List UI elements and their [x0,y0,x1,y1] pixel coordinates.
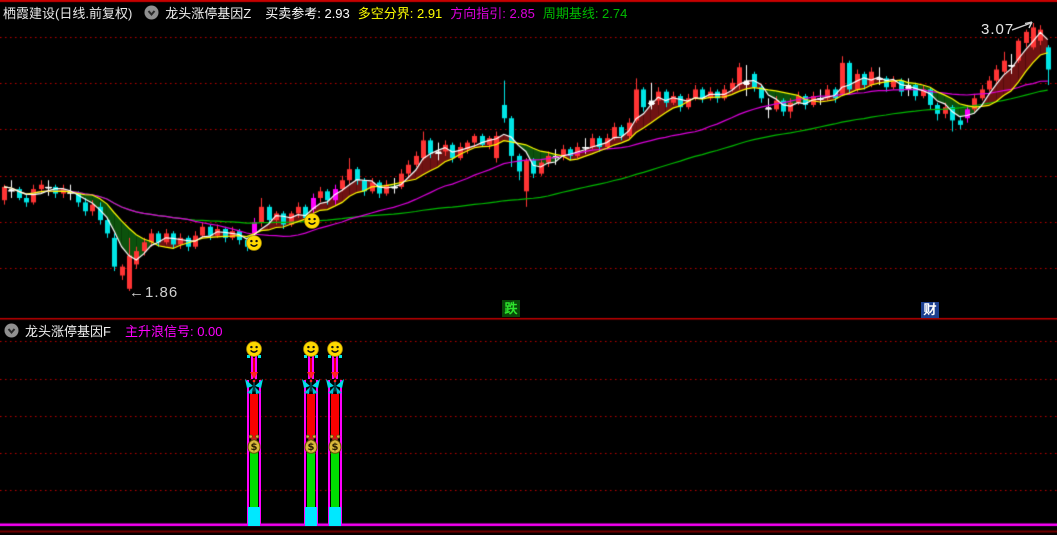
moneybag-signal-icon: $ [302,434,320,454]
price-annotation-text: ←1.86 [129,284,179,301]
indicator-params: 买卖参考: 2.93 多空分界: 2.91 方向指引: 2.85 周期基线: 2.74 [257,3,627,22]
tower-cyan-block [329,507,341,526]
svg-text:$: $ [251,442,258,453]
smiley-signal-icon [246,235,262,251]
sub-chart-header: 龙头涨停基因F 主升浪信号: 0.00 [0,321,1057,339]
butterfly-signal-icon [326,377,344,395]
trading-app-window: 栖霞建设(日线.前复权) 龙头涨停基因Z 买卖参考: 2.93 多空分界: 2.9… [0,0,1057,535]
annotation-low: ←1.86 [129,284,178,301]
signal-value: 0.00 [197,323,223,339]
smiley-signal-icon [304,213,320,229]
moneybag-signal-icon: $ [245,434,263,454]
tower-green-bar [331,452,339,508]
signal-tower: $ [244,340,264,526]
event-badge-text: 财 [923,302,937,317]
main-chart-header: 栖霞建设(日线.前复权) 龙头涨停基因Z 买卖参考: 2.93 多空分界: 2.9… [0,3,1057,21]
stock-title: 栖霞建设(日线.前复权) [3,5,133,21]
event-badge-text: 跌 [504,301,518,316]
indicator-param-3: 周期基线: 2.74 [542,5,628,21]
signal-tower: $ [301,340,321,526]
signal-tower: $ [325,340,345,526]
tower-green-bar [307,452,315,508]
indicator-param-1: 多空分界: 2.91 [357,5,443,21]
indicator-param-2: 方向指引: 2.85 [450,5,535,21]
indicator-name-main: 龙头涨停基因Z [165,5,252,21]
tower-cyan-block [305,507,317,526]
butterfly-signal-icon [245,377,263,395]
svg-text:$: $ [332,442,339,453]
moneybag-signal-icon: $ [326,434,344,454]
indicator-collapse-icon[interactable] [144,5,159,20]
event-badge-die[interactable]: 跌 [502,300,520,317]
signal-value-label: 主升浪信号: 0.00 [125,321,223,340]
event-badge-cai[interactable]: 财 [921,302,939,318]
svg-text:$: $ [308,442,315,453]
signal-label: 主升浪信号: [124,323,194,339]
tower-green-bar [250,452,258,508]
indicator-param-0: 买卖参考: 2.93 [265,5,350,21]
indicator-name-sub: 龙头涨停基因F [25,323,111,339]
tower-cyan-block [248,507,260,526]
smiley-signal-icon [246,341,262,357]
chart-overlay: ←1.86 3.07 跌财 $ $ $ [0,0,1057,535]
butterfly-signal-icon [302,377,320,395]
smiley-signal-icon [327,341,343,357]
sub-indicator-collapse-icon[interactable] [4,323,19,338]
tower-red-bar [307,394,315,438]
annotation-arrow-icon [1011,21,1033,31]
tower-red-bar [250,394,258,438]
smiley-signal-icon [303,341,319,357]
tower-red-bar [331,394,339,438]
